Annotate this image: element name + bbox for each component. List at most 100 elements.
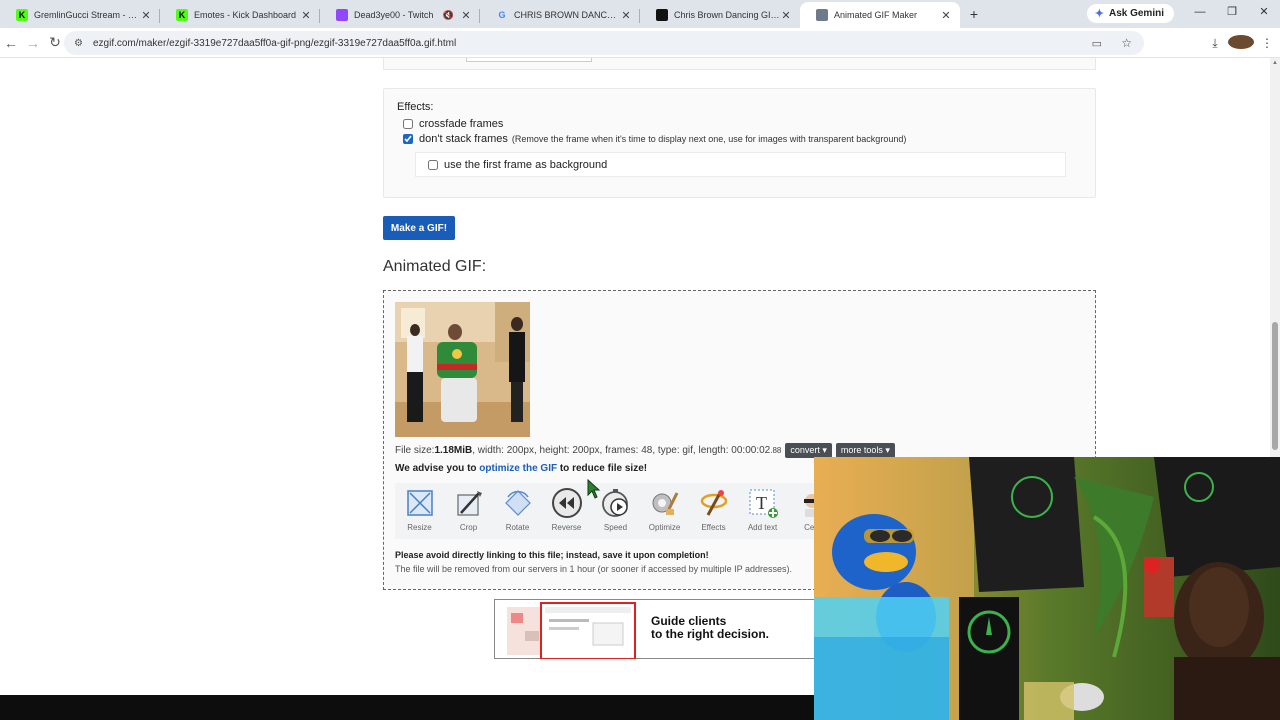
advise-suffix: to reduce file size!: [557, 463, 648, 474]
scrollbar-thumb[interactable]: [1272, 322, 1278, 450]
gemini-sparkle-icon: ✦: [1094, 8, 1104, 20]
tool-label: Rotate: [505, 523, 530, 532]
tab-title: Dead3ye00 - Twitch: [354, 10, 434, 20]
plus-icon[interactable]: +: [960, 2, 988, 28]
file-size-label: File size:: [395, 445, 435, 456]
close-icon[interactable]: ✕: [460, 9, 472, 22]
tool-label: Reverse: [551, 523, 582, 532]
advertisement-banner[interactable]: Guide clients to the right decision.: [494, 599, 824, 659]
reverse-icon: [551, 488, 582, 518]
forward-arrow-icon[interactable]: →: [22, 35, 44, 51]
tab-title: Animated GIF Maker: [834, 10, 918, 20]
more-tools-dropdown[interactable]: more tools ▾: [835, 443, 895, 458]
previous-options-box: [383, 58, 1096, 70]
crop-icon: [456, 491, 482, 516]
window-close-icon[interactable]: ✕: [1248, 0, 1280, 26]
close-icon[interactable]: ✕: [300, 9, 312, 22]
muted-audio-icon[interactable]: 🔇: [443, 10, 454, 21]
dont-stack-option[interactable]: don't stack frames (Remove the frame whe…: [403, 133, 906, 145]
dont-stack-label: don't stack frames: [419, 133, 508, 145]
reload-icon[interactable]: ↻: [44, 34, 66, 51]
tool-label: Optimize: [648, 523, 681, 532]
tab-title: GremlinGucci Stream - Watch i...: [34, 10, 140, 20]
convert-dropdown[interactable]: convert ▾: [785, 443, 832, 458]
first-frame-option[interactable]: use the first frame as background: [428, 159, 607, 171]
browser-tab-4[interactable]: G CHRIS BROWN DANCE GIF - Go... ✕: [480, 2, 640, 28]
tab-title: CHRIS BROWN DANCE GIF - Go...: [514, 10, 620, 20]
ezgif-favicon-icon: [816, 9, 828, 21]
gif-preview-image: [395, 302, 530, 437]
ask-gemini-button[interactable]: ✦ Ask Gemini: [1086, 4, 1174, 23]
make-gif-button[interactable]: Make a GIF!: [383, 216, 455, 240]
resize-icon: [406, 490, 433, 516]
close-icon[interactable]: ✕: [940, 9, 952, 22]
effects-title: Effects:: [397, 101, 434, 113]
giphy-favicon-icon: [656, 9, 668, 21]
optimize-icon: [652, 492, 678, 515]
close-icon[interactable]: ✕: [140, 9, 152, 22]
close-icon[interactable]: ✕: [620, 9, 632, 22]
previous-select[interactable]: [466, 58, 592, 62]
twitch-favicon-icon: [336, 9, 348, 21]
first-frame-box: use the first frame as background: [415, 152, 1066, 177]
download-icon[interactable]: ⤓: [1202, 36, 1228, 51]
dont-stack-checkbox[interactable]: [403, 134, 413, 144]
mouse-cursor-icon: [587, 479, 601, 499]
tab-title: Chris Brown Dancing GIFs - Find...: [674, 10, 780, 20]
tool-optimize[interactable]: Optimize: [640, 483, 689, 539]
file-details: , width: 200px, height: 200px, frames: 4…: [472, 445, 771, 456]
close-icon[interactable]: ✕: [780, 9, 792, 22]
tool-label: Add text: [747, 523, 778, 532]
optimize-advice: We advise you to optimize the GIF to red…: [395, 463, 647, 474]
browser-tab-3[interactable]: Dead3ye00 - Twitch 🔇 ✕: [320, 2, 480, 28]
speed-icon: [601, 489, 628, 517]
more-tools-label: more tools: [840, 445, 883, 455]
browser-tab-1[interactable]: K GremlinGucci Stream - Watch i... ✕: [0, 2, 160, 28]
tool-rotate[interactable]: Rotate: [493, 483, 542, 539]
tool-effects[interactable]: Effects: [689, 483, 738, 539]
tool-label: Effects: [701, 523, 726, 532]
file-length-fraction: .88: [770, 446, 782, 455]
dont-stack-note: (Remove the frame when it's time to disp…: [511, 134, 907, 144]
toolbar-actions: ⤓ ⋮: [1202, 28, 1280, 58]
menu-kebab-icon[interactable]: ⋮: [1254, 36, 1280, 50]
back-arrow-icon[interactable]: ←: [0, 35, 22, 51]
minimize-icon[interactable]: —: [1184, 0, 1216, 26]
crossfade-option[interactable]: crossfade frames: [403, 118, 503, 130]
webcam-overlay: [814, 457, 1280, 720]
window-controls: — ❐ ✕: [1184, 0, 1280, 26]
site-info-icon[interactable]: ⚙: [74, 38, 83, 49]
crossfade-label: crossfade frames: [419, 118, 504, 130]
browser-tab-5[interactable]: Chris Brown Dancing GIFs - Find... ✕: [640, 2, 800, 28]
tool-resize[interactable]: Resize: [395, 483, 444, 539]
restore-icon[interactable]: ❐: [1216, 0, 1248, 26]
tool-crop[interactable]: Crop: [444, 483, 493, 539]
profile-avatar[interactable]: [1228, 34, 1254, 52]
tab-title: Emotes - Kick Dashboard: [194, 10, 297, 20]
animated-gif-heading: Animated GIF:: [383, 258, 487, 275]
optimize-link[interactable]: optimize the GIF: [479, 463, 557, 474]
save-warning: Please avoid directly linking to this fi…: [395, 550, 709, 560]
crossfade-checkbox[interactable]: [403, 119, 413, 129]
advise-prefix: We advise you to: [395, 463, 480, 474]
tool-reverse[interactable]: Reverse: [542, 483, 591, 539]
removal-note: The file will be removed from our server…: [395, 564, 793, 574]
first-frame-checkbox[interactable]: [428, 160, 438, 170]
kick-favicon-icon: K: [16, 9, 28, 21]
tool-add-text[interactable]: T Add text: [738, 483, 787, 539]
address-bar[interactable]: ⚙ ezgif.com/maker/ezgif-3319e727daa5ff0a…: [64, 31, 1144, 55]
effects-panel: Effects: crossfade frames don't stack fr…: [383, 88, 1096, 198]
browser-toolbar: ← → ↻ ⚙ ezgif.com/maker/ezgif-3319e727da…: [0, 28, 1280, 58]
scroll-up-arrow-icon[interactable]: ▲: [1272, 60, 1278, 66]
svg-text:T: T: [756, 493, 767, 513]
tool-row: Resize Crop Rotate Reverse Speed Optimiz…: [395, 483, 836, 539]
convert-label: convert: [790, 445, 820, 455]
google-favicon-icon: G: [498, 10, 506, 20]
rotate-icon: [504, 490, 531, 516]
browser-tab-2[interactable]: K Emotes - Kick Dashboard ✕: [160, 2, 320, 28]
url-text: ezgif.com/maker/ezgif-3319e727daa5ff0a-g…: [92, 37, 457, 49]
bookmark-star-icon[interactable]: ☆: [1121, 36, 1132, 50]
cast-icon[interactable]: ▭: [1092, 37, 1102, 50]
kick-favicon-icon: K: [176, 9, 188, 21]
browser-tab-active[interactable]: Animated GIF Maker ✕: [800, 2, 960, 28]
